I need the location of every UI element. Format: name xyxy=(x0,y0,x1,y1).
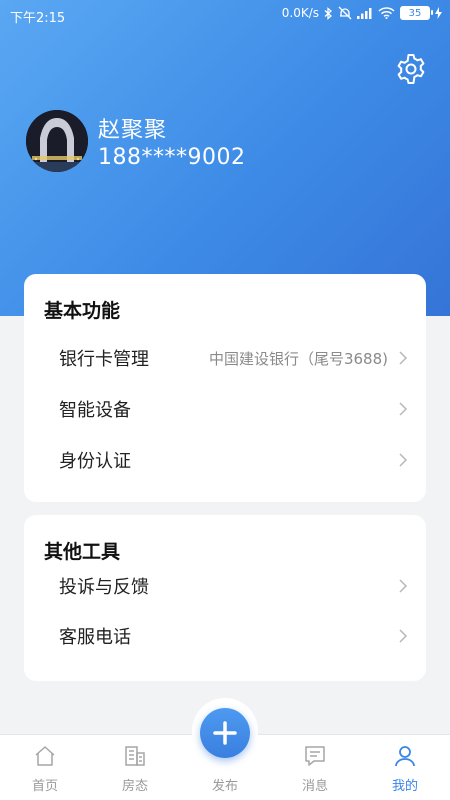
tab-home[interactable]: 首页 xyxy=(0,735,90,800)
avatar-image xyxy=(26,110,88,172)
tab-label: 消息 xyxy=(301,779,328,794)
building-icon xyxy=(125,746,145,766)
settings-button[interactable] xyxy=(394,52,428,86)
smart-device-row[interactable]: 智能设备 xyxy=(24,384,426,434)
chevron-right-icon xyxy=(399,402,408,416)
wifi-icon xyxy=(378,7,395,19)
row-label: 投诉与反馈 xyxy=(59,577,149,598)
customer-service-row[interactable]: 客服电话 xyxy=(24,611,426,661)
battery-icon: 35 xyxy=(400,6,433,20)
bank-card-management-row[interactable]: 银行卡管理 中国建设银行（尾号3688) xyxy=(24,333,426,383)
bank-card-value: 中国建设银行（尾号3688) xyxy=(208,349,388,368)
message-icon xyxy=(305,746,325,766)
tab-mine[interactable]: 我的 xyxy=(360,735,450,800)
tab-label: 房态 xyxy=(121,779,148,794)
mute-icon xyxy=(338,6,352,20)
chevron-right-icon xyxy=(399,351,408,365)
publish-button[interactable] xyxy=(200,708,250,758)
status-icons: 0.0K/s 35 xyxy=(282,6,442,20)
complaint-feedback-row[interactable]: 投诉与反馈 xyxy=(24,561,426,611)
tab-messages[interactable]: 消息 xyxy=(270,735,360,800)
row-label: 银行卡管理 xyxy=(59,349,149,370)
chevron-right-icon xyxy=(399,629,408,643)
chevron-right-icon xyxy=(399,453,408,467)
network-speed: 0.0K/s xyxy=(281,6,319,20)
basic-functions-card: 基本功能 银行卡管理 中国建设银行（尾号3688) 智能设备 身份认证 xyxy=(24,274,426,502)
gear-icon xyxy=(397,54,425,84)
user-phone: 188****9002 xyxy=(98,145,246,170)
user-name: 赵聚聚 xyxy=(98,118,168,143)
plus-icon xyxy=(213,721,237,745)
row-label: 身份认证 xyxy=(59,451,131,472)
identity-verification-row[interactable]: 身份认证 xyxy=(24,435,426,485)
section-title-other: 其他工具 xyxy=(44,541,121,563)
tab-label: 我的 xyxy=(391,779,418,794)
status-bar: 下午2:15 0.0K/s 35 xyxy=(0,0,450,30)
signal-icon xyxy=(357,7,373,19)
tab-room-status[interactable]: 房态 xyxy=(90,735,180,800)
home-icon xyxy=(35,746,55,766)
avatar[interactable] xyxy=(26,110,88,172)
status-time: 下午2:15 xyxy=(10,11,66,26)
row-label: 客服电话 xyxy=(59,627,131,648)
row-label: 智能设备 xyxy=(59,400,131,421)
tab-label: 首页 xyxy=(31,779,58,794)
person-icon xyxy=(395,746,415,767)
bluetooth-icon xyxy=(324,6,333,20)
other-tools-card: 其他工具 投诉与反馈 客服电话 xyxy=(24,515,426,681)
chevron-right-icon xyxy=(399,579,408,593)
tab-label: 发布 xyxy=(211,779,238,794)
charging-icon xyxy=(435,7,442,19)
section-title-basic: 基本功能 xyxy=(44,300,121,322)
